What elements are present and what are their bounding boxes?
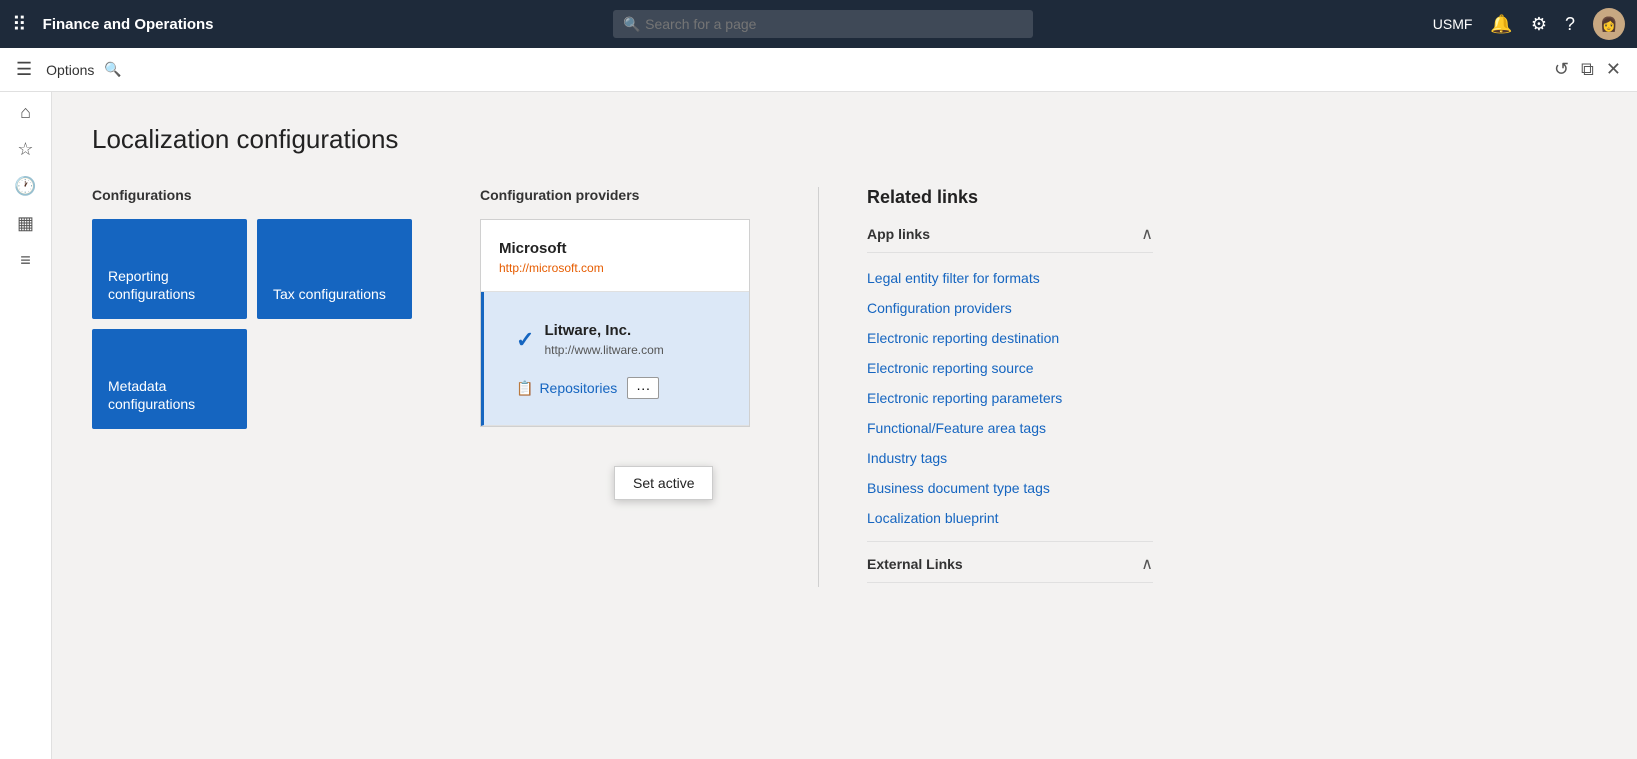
search-wrap: 🔍 <box>613 10 1033 38</box>
settings-icon[interactable]: ⚙ <box>1531 14 1547 35</box>
link-config-providers[interactable]: Configuration providers <box>867 293 1153 323</box>
topbar-right: USMF 🔔 ⚙ ? 👩 <box>1433 8 1625 40</box>
username-label: USMF <box>1433 16 1473 32</box>
set-active-item[interactable]: Set active <box>615 467 712 499</box>
hamburger-icon[interactable]: ☰ <box>16 59 32 80</box>
microsoft-url: http://microsoft.com <box>499 261 731 275</box>
external-links-header[interactable]: External Links ∧ <box>867 541 1153 583</box>
link-er-source[interactable]: Electronic reporting source <box>867 353 1153 383</box>
help-icon[interactable]: ? <box>1565 14 1575 35</box>
link-industry-tags[interactable]: Industry tags <box>867 443 1153 473</box>
link-localization-blueprint[interactable]: Localization blueprint <box>867 503 1153 533</box>
link-er-destination[interactable]: Electronic reporting destination <box>867 323 1153 353</box>
dropdown-popup: Set active <box>614 466 713 500</box>
detach-icon[interactable]: ⧉ <box>1581 59 1594 80</box>
link-functional-tags[interactable]: Functional/Feature area tags <box>867 413 1153 443</box>
page-title: Localization configurations <box>92 124 1597 155</box>
providers-label: Configuration providers <box>480 187 770 203</box>
app-links-chevron: ∧ <box>1141 224 1153 244</box>
configurations-label: Configurations <box>92 187 432 203</box>
configurations-section: Configurations Reporting configurations … <box>92 187 432 429</box>
active-checkmark: ✓ <box>516 327 534 353</box>
litware-name: Litware, Inc. <box>544 322 719 339</box>
reporting-configurations-tile[interactable]: Reporting configurations <box>92 219 247 319</box>
related-links-scroll: App links ∧ Legal entity filter for form… <box>867 224 1157 583</box>
config-tiles: Reporting configurations Tax configurati… <box>92 219 412 429</box>
options-bar: ☰ Options 🔍 ↺ ⧉ ✕ <box>0 48 1637 92</box>
provider-litware[interactable]: ✓ Litware, Inc. http://www.litware.com 📋… <box>481 292 749 426</box>
litware-url: http://www.litware.com <box>544 343 719 357</box>
home-icon[interactable]: ⌂ <box>20 102 31 123</box>
provider-microsoft[interactable]: Microsoft http://microsoft.com <box>481 220 749 292</box>
vertical-divider <box>818 187 819 587</box>
optionsbar-actions: ↺ ⧉ ✕ <box>1554 59 1621 80</box>
link-er-parameters[interactable]: Electronic reporting parameters <box>867 383 1153 413</box>
close-icon[interactable]: ✕ <box>1606 59 1621 80</box>
litware-info: Litware, Inc. http://www.litware.com <box>544 322 719 357</box>
main-content: Localization configurations Configuratio… <box>52 92 1637 759</box>
more-options-button[interactable]: ··· <box>627 377 659 399</box>
related-links-section: Related links App links ∧ Legal entity f… <box>867 187 1157 583</box>
recent-icon[interactable]: 🕐 <box>14 176 36 197</box>
refresh-icon[interactable]: ↺ <box>1554 59 1569 80</box>
providers-list: Microsoft http://microsoft.com ✓ Litware… <box>480 219 750 427</box>
app-title: Finance and Operations <box>43 16 214 33</box>
tax-configurations-tile[interactable]: Tax configurations <box>257 219 412 319</box>
app-links-header[interactable]: App links ∧ <box>867 224 1153 253</box>
repositories-button[interactable]: 📋 Repositories <box>516 380 617 397</box>
search-input[interactable] <box>613 10 1033 38</box>
options-label: Options <box>46 62 94 78</box>
modules-icon[interactable]: ≡ <box>20 250 31 271</box>
book-icon: 📋 <box>516 380 533 397</box>
topbar: ⠿ Finance and Operations 🔍 USMF 🔔 ⚙ ? 👩 <box>0 0 1637 48</box>
providers-section: Configuration providers Microsoft http:/… <box>480 187 770 427</box>
notification-icon[interactable]: 🔔 <box>1490 14 1512 35</box>
app-links-label: App links <box>867 226 930 242</box>
options-search-icon[interactable]: 🔍 <box>104 61 121 78</box>
external-links-chevron: ∧ <box>1141 554 1153 574</box>
left-sidebar: ⌂ ☆ 🕐 ▦ ≡ <box>0 92 52 759</box>
avatar[interactable]: 👩 <box>1593 8 1625 40</box>
external-links-label: External Links <box>867 556 963 572</box>
content-area: Configurations Reporting configurations … <box>92 187 1597 587</box>
link-legal-entity[interactable]: Legal entity filter for formats <box>867 263 1153 293</box>
link-business-doc-tags[interactable]: Business document type tags <box>867 473 1153 503</box>
related-links-title: Related links <box>867 187 1157 208</box>
workspaces-icon[interactable]: ▦ <box>17 213 34 234</box>
grid-icon[interactable]: ⠿ <box>12 12 27 37</box>
microsoft-name: Microsoft <box>499 240 731 257</box>
favorites-icon[interactable]: ☆ <box>17 139 33 160</box>
litware-active-row: ✓ Litware, Inc. http://www.litware.com <box>502 312 731 367</box>
metadata-configurations-tile[interactable]: Metadata configurations <box>92 329 247 429</box>
